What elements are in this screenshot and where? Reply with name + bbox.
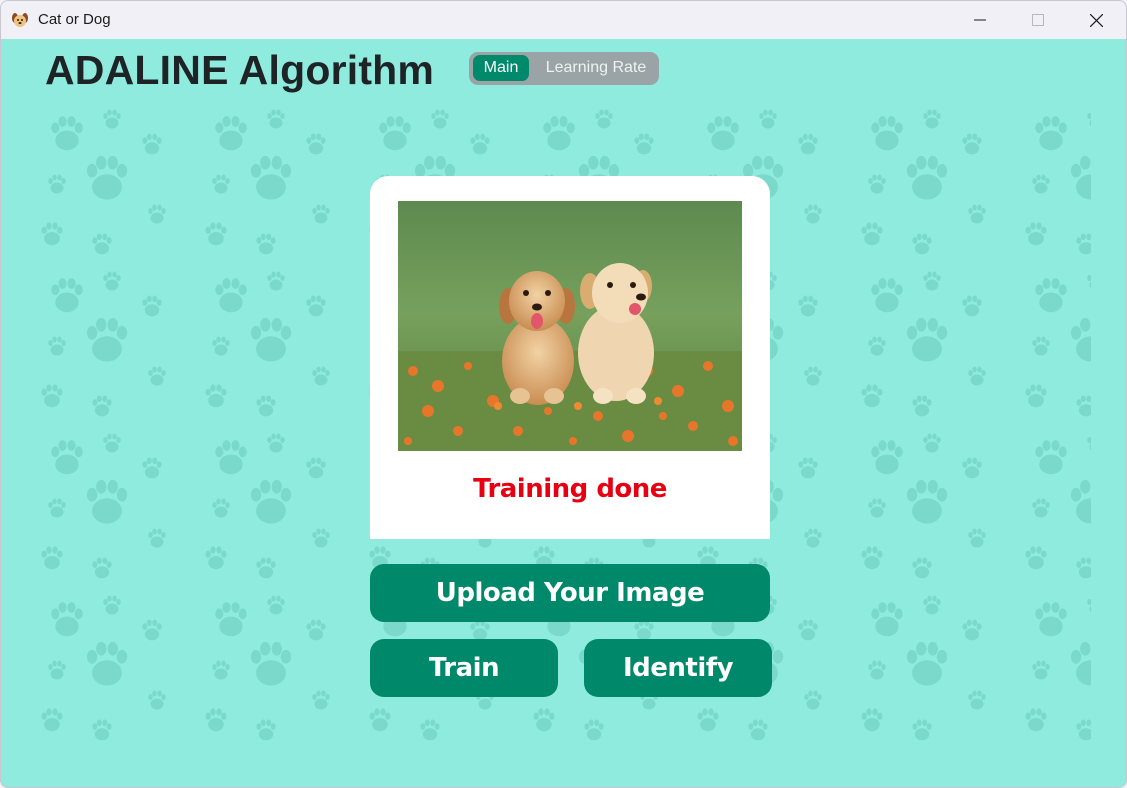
upload-image-button[interactable]: Upload Your Image	[370, 564, 770, 622]
close-icon	[1089, 13, 1103, 27]
maximize-button[interactable]	[1009, 1, 1067, 39]
tab-bar: Main Learning Rate	[469, 52, 659, 85]
identify-button[interactable]: Identify	[584, 639, 772, 697]
status-message: Training done	[473, 474, 667, 504]
tab-learning-rate[interactable]: Learning Rate	[539, 55, 653, 81]
window-title: Cat or Dog	[38, 11, 111, 28]
preview-card: Training done	[370, 176, 770, 539]
maximize-icon	[1032, 14, 1044, 26]
close-button[interactable]	[1067, 1, 1125, 39]
minimize-button[interactable]	[951, 1, 1009, 39]
minimize-icon	[974, 19, 986, 21]
title-bar[interactable]: Cat or Dog	[1, 1, 1126, 39]
tab-main[interactable]: Main	[473, 55, 529, 81]
main-content: ADALINE Algorithm Main Learning Rate Tra…	[1, 39, 1126, 787]
train-button[interactable]: Train	[370, 639, 558, 697]
app-window: Cat or Dog ADALINE Algorithm Main Learni…	[0, 0, 1127, 788]
dog-face-icon	[11, 11, 29, 29]
uploaded-image	[398, 201, 742, 451]
page-title: ADALINE Algorithm	[45, 47, 435, 93]
